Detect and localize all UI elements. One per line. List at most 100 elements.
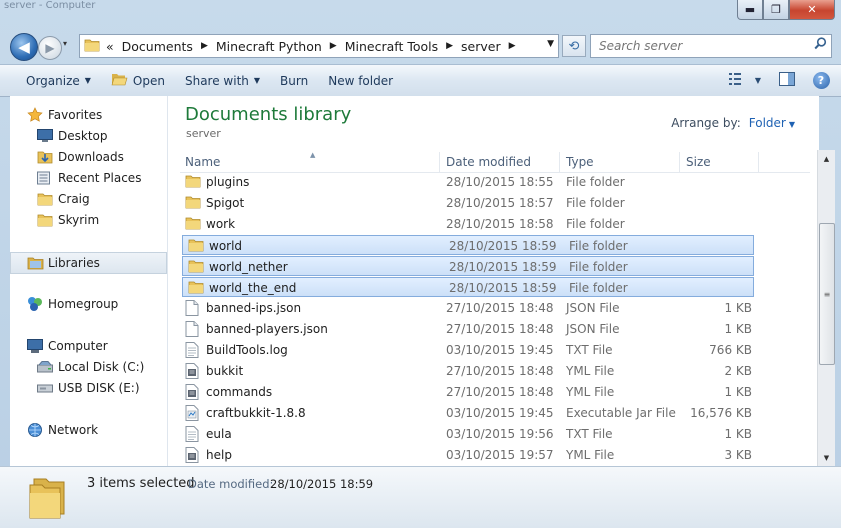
column-divider[interactable] [559, 152, 560, 172]
search-box[interactable] [590, 34, 832, 58]
file-name: commands [206, 385, 273, 399]
forward-button[interactable]: ▶ [38, 36, 62, 60]
search-icon[interactable] [814, 37, 827, 54]
sidebar-item-skyrim[interactable]: Skyrim [36, 210, 99, 230]
sidebar-item-homegroup[interactable]: Homegroup [26, 294, 118, 314]
minimize-button[interactable]: ▬ [737, 0, 763, 20]
file-name: Spigot [206, 196, 245, 210]
view-options-button[interactable]: ▼ [728, 68, 761, 92]
column-header-type[interactable]: Type [566, 155, 666, 173]
table-row[interactable]: bukkit 27/10/2015 18:48 YML File 2 KB [180, 361, 810, 381]
table-row[interactable]: work 28/10/2015 18:58 File folder [180, 214, 810, 234]
open-button[interactable]: Open [101, 65, 175, 96]
table-row[interactable]: banned-ips.json 27/10/2015 18:48 JSON File… [180, 298, 810, 318]
organize-label: Organize [26, 73, 80, 88]
file-name: world [209, 239, 243, 253]
sidebar-item-craig[interactable]: Craig [36, 189, 90, 209]
breadcrumb-item-server[interactable]: server [461, 39, 501, 54]
downloads-folder-icon [36, 150, 54, 164]
scroll-up-button[interactable]: ▲ [818, 150, 835, 167]
back-button[interactable]: ◀ [10, 33, 38, 61]
breadcrumb-chevron-icon[interactable]: ▶ [446, 41, 453, 51]
help-icon: ? [812, 71, 830, 89]
file-size: 1 KB [724, 427, 752, 441]
homegroup-icon [26, 296, 44, 312]
chevron-down-icon[interactable]: ▼ [789, 120, 795, 129]
breadcrumb-item-minecraft-tools[interactable]: Minecraft Tools [345, 39, 438, 54]
scroll-thumb[interactable]: ≡ [819, 223, 835, 365]
folder-icon [188, 280, 204, 297]
sidebar-item-label: Desktop [58, 129, 108, 143]
share-with-button[interactable]: Share with ▼ [175, 65, 270, 96]
file-type: File folder [566, 175, 625, 189]
breadcrumb-overflow[interactable]: « [106, 39, 114, 54]
breadcrumb-item-documents[interactable]: Documents [122, 39, 193, 54]
sidebar-item-label: Craig [58, 192, 90, 206]
column-header-name[interactable]: Name ▲ [185, 151, 435, 173]
table-row[interactable]: craftbukkit-1.8.8 03/10/2015 19:45 Executa… [180, 403, 810, 423]
column-divider[interactable] [679, 152, 680, 172]
history-dropdown-button[interactable]: ▾ [63, 39, 67, 48]
table-row[interactable]: banned-players.json 27/10/2015 18:48 JSON … [180, 319, 810, 339]
column-divider[interactable] [758, 152, 759, 172]
share-with-label: Share with [184, 73, 249, 88]
breadcrumb-chevron-icon[interactable]: ▶ [330, 41, 337, 51]
table-row[interactable]: commands 27/10/2015 18:48 YML File 1 KB [180, 382, 810, 402]
breadcrumb-chevron-icon[interactable]: ▶ [201, 41, 208, 51]
file-type: YML File [566, 448, 615, 462]
library-subtitle: server [186, 127, 221, 140]
refresh-button[interactable]: ⟲ [562, 35, 586, 57]
vertical-scrollbar[interactable]: ▲ ≡ ▼ [817, 150, 835, 466]
column-header-date[interactable]: Date modified [446, 155, 556, 173]
folder-icon [84, 38, 100, 55]
column-header-size[interactable]: Size [686, 155, 756, 173]
search-input[interactable] [597, 35, 811, 57]
table-row[interactable]: eula 03/10/2015 19:56 TXT File 1 KB [180, 424, 810, 444]
file-name: plugins [206, 175, 250, 189]
sidebar-item-libraries[interactable]: Libraries [10, 252, 167, 274]
breadcrumb-chevron-icon[interactable]: ▶ [509, 41, 516, 51]
table-row[interactable]: BuildTools.log 03/10/2015 19:45 TXT File 76… [180, 340, 810, 360]
scroll-down-button[interactable]: ▼ [818, 449, 835, 466]
file-type: JSON File [566, 301, 620, 315]
sidebar-item-recent-places[interactable]: Recent Places [36, 168, 141, 188]
address-bar[interactable]: « Documents ▶ Minecraft Python ▶ Minecraft… [79, 34, 559, 58]
maximize-button[interactable]: ❐ [763, 0, 789, 20]
breadcrumb: Documents ▶ Minecraft Python ▶ Minecraft T… [122, 39, 524, 54]
breadcrumb-item-minecraft-python[interactable]: Minecraft Python [216, 39, 322, 54]
computer-icon [26, 338, 44, 354]
new-folder-button[interactable]: New folder [318, 65, 403, 96]
sidebar-item-computer[interactable]: Computer [26, 336, 108, 356]
yml-file-icon [185, 363, 199, 382]
table-row[interactable]: world_the_end 28/10/2015 18:59 File folder [182, 277, 754, 297]
file-name: work [206, 217, 236, 231]
column-divider[interactable] [439, 152, 440, 172]
preview-pane-button[interactable] [775, 68, 799, 92]
window-title: server - Computer [4, 0, 96, 11]
chevron-down-icon[interactable]: ▼ [755, 76, 761, 85]
table-row[interactable]: Spigot 28/10/2015 18:57 File folder [180, 193, 810, 213]
address-dropdown-icon[interactable]: ▼ [547, 39, 554, 49]
burn-button[interactable]: Burn [270, 65, 318, 96]
table-row[interactable]: world 28/10/2015 18:59 File folder [182, 235, 754, 255]
navigation-pane: Favorites Desktop Downloads Recent Place… [10, 96, 168, 466]
table-row[interactable]: help 03/10/2015 19:57 YML File 3 KB [180, 445, 810, 465]
sidebar-item-downloads[interactable]: Downloads [36, 147, 124, 167]
selection-count: 3 items selected [87, 476, 195, 491]
help-button[interactable]: ? [809, 68, 833, 92]
file-name: banned-ips.json [206, 301, 302, 315]
file-name: banned-players.json [206, 322, 328, 336]
organize-button[interactable]: Organize ▼ [16, 65, 101, 96]
sidebar-item-usb-disk[interactable]: USB DISK (E:) [36, 378, 140, 398]
sidebar-item-network[interactable]: Network [26, 420, 98, 440]
close-button[interactable]: ✕ [789, 0, 835, 20]
table-row[interactable]: plugins 28/10/2015 18:55 File folder [180, 172, 810, 192]
arrange-by-dropdown[interactable]: Folder [749, 116, 786, 130]
table-row[interactable]: world_nether 28/10/2015 18:59 File folder [182, 256, 754, 276]
file-size: 1 KB [724, 301, 752, 315]
multiple-folders-icon [28, 473, 68, 522]
sidebar-item-favorites[interactable]: Favorites [26, 105, 102, 125]
sidebar-item-desktop[interactable]: Desktop [36, 126, 108, 146]
sidebar-item-local-disk[interactable]: Local Disk (C:) [36, 357, 144, 377]
file-date-modified: 27/10/2015 18:48 [446, 301, 554, 315]
